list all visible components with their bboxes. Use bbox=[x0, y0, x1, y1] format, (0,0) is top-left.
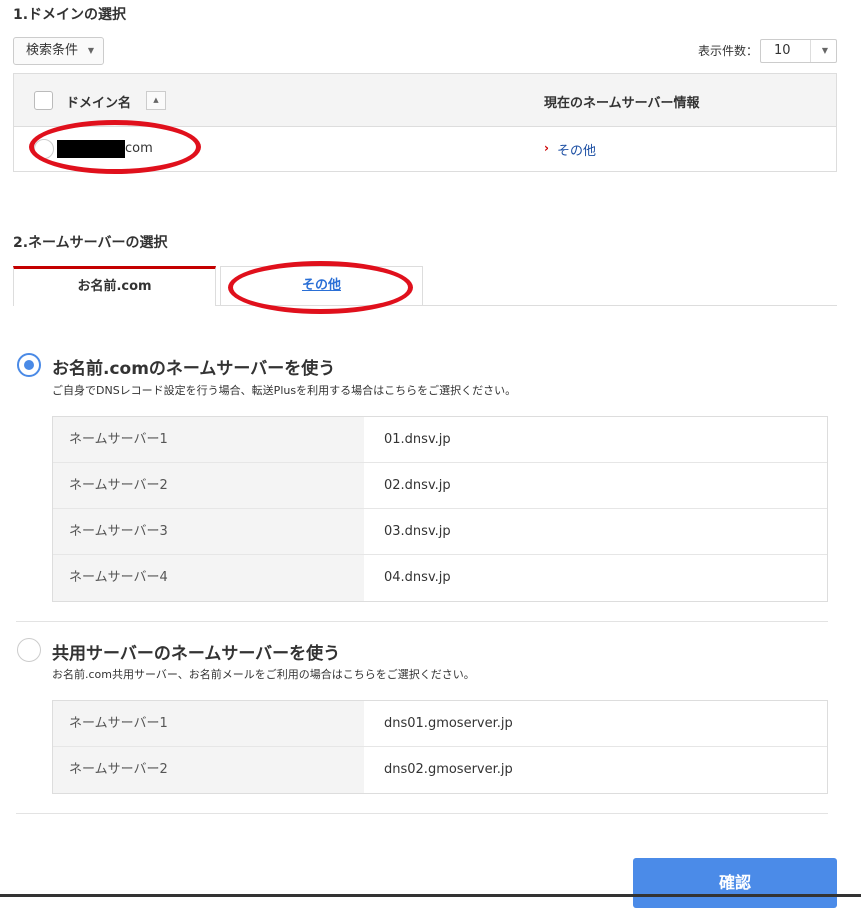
option-divider bbox=[16, 621, 828, 622]
table-row: ネームサーバー3 03.dnsv.jp bbox=[53, 509, 827, 555]
section-title-domain: 1.ドメインの選択 bbox=[13, 7, 127, 23]
column-header-domain: ドメイン名 bbox=[66, 96, 132, 111]
select-divider bbox=[810, 40, 811, 62]
option-shared-ns-desc: お名前.com共用サーバー、お名前メールをご利用の場合はこちらをご選択ください。 bbox=[52, 668, 475, 681]
search-conditions-button[interactable]: 検索条件 ▼ bbox=[13, 37, 104, 65]
option-onamae-ns-desc: ご自身でDNSレコード設定を行う場合、転送Plusを利用する場合はこちらをご選択… bbox=[52, 384, 517, 397]
tab-onamae[interactable]: お名前.com bbox=[13, 266, 216, 306]
option-divider bbox=[16, 813, 828, 814]
option-onamae-ns-radio[interactable] bbox=[17, 353, 41, 377]
nameserver-value: 03.dnsv.jp bbox=[384, 524, 451, 539]
table-row: ネームサーバー2 dns02.gmoserver.jp bbox=[53, 747, 827, 793]
search-conditions-label: 検索条件 bbox=[26, 43, 79, 58]
chevron-down-icon: ▼ bbox=[87, 46, 94, 55]
annotation-ellipse-other-tab bbox=[228, 261, 413, 314]
chevron-down-icon: ▼ bbox=[821, 46, 828, 55]
nameserver-label: ネームサーバー1 bbox=[53, 701, 364, 746]
sort-up-icon[interactable]: ▲ bbox=[146, 91, 166, 110]
table-row: ネームサーバー2 02.dnsv.jp bbox=[53, 463, 827, 509]
nameserver-label: ネームサーバー2 bbox=[53, 747, 364, 793]
column-header-nameserver: 現在のネームサーバー情報 bbox=[544, 96, 700, 111]
nameserver-value: 02.dnsv.jp bbox=[384, 478, 451, 493]
nameserver-label: ネームサーバー1 bbox=[53, 417, 364, 462]
per-page-label: 表示件数： bbox=[697, 44, 758, 58]
nameserver-value: 04.dnsv.jp bbox=[384, 570, 451, 585]
option-shared-ns-title: 共用サーバーのネームサーバーを使う bbox=[52, 644, 341, 664]
per-page-value: 10 bbox=[774, 43, 791, 58]
per-page-select[interactable]: 10 ▼ bbox=[760, 39, 837, 63]
chevron-right-icon: › bbox=[544, 141, 549, 155]
nameserver-table-shared: ネームサーバー1 dns01.gmoserver.jp ネームサーバー2 dns… bbox=[52, 700, 828, 794]
current-nameserver-link[interactable]: その他 bbox=[557, 140, 596, 159]
nameserver-label: ネームサーバー4 bbox=[53, 555, 364, 601]
nameserver-value: dns02.gmoserver.jp bbox=[384, 762, 513, 777]
table-row: ネームサーバー4 04.dnsv.jp bbox=[53, 555, 827, 601]
nameserver-value: dns01.gmoserver.jp bbox=[384, 716, 513, 731]
nameserver-label: ネームサーバー3 bbox=[53, 509, 364, 554]
table-row: ネームサーバー1 01.dnsv.jp bbox=[53, 417, 827, 463]
confirm-button[interactable]: 確認 bbox=[633, 858, 837, 908]
nameserver-value: 01.dnsv.jp bbox=[384, 432, 451, 447]
nameserver-label: ネームサーバー2 bbox=[53, 463, 364, 508]
select-all-checkbox[interactable] bbox=[34, 91, 53, 110]
nameserver-table-onamae: ネームサーバー1 01.dnsv.jp ネームサーバー2 02.dnsv.jp … bbox=[52, 416, 828, 602]
option-shared-ns-radio[interactable] bbox=[17, 638, 41, 662]
table-row: ネームサーバー1 dns01.gmoserver.jp bbox=[53, 701, 827, 747]
section-title-nameserver: 2.ネームサーバーの選択 bbox=[13, 235, 168, 251]
domain-table-header: ドメイン名 ▲ 現在のネームサーバー情報 bbox=[14, 74, 836, 127]
annotation-ellipse-domain bbox=[29, 120, 201, 174]
option-onamae-ns-title: お名前.comのネームサーバーを使う bbox=[52, 359, 336, 379]
